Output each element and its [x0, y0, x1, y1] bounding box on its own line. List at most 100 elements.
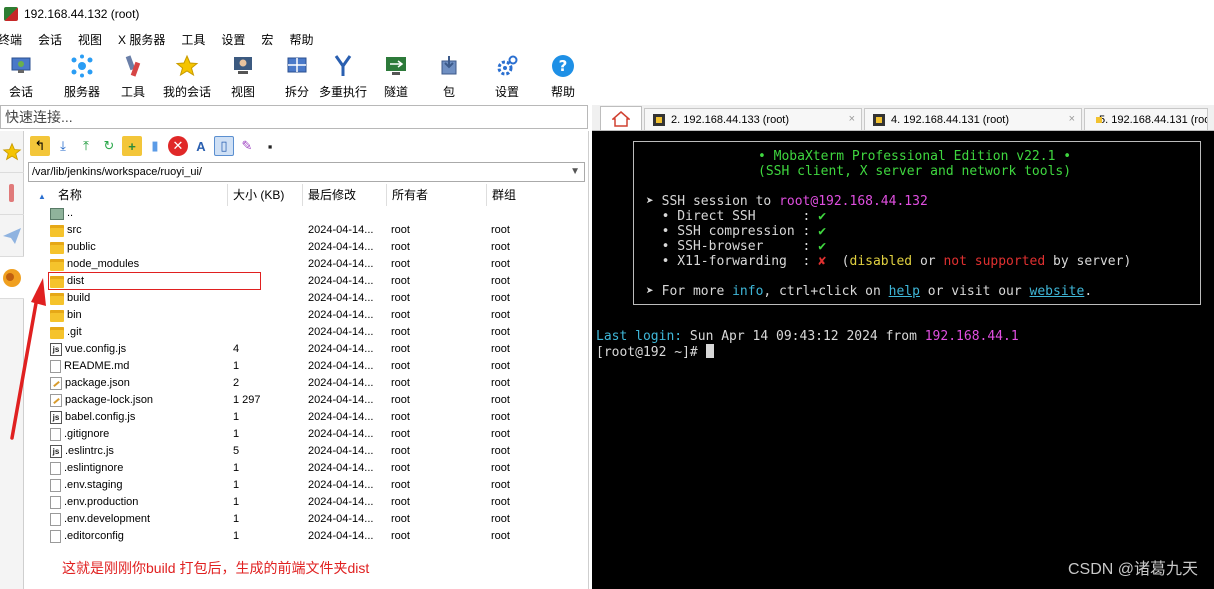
multiexec-button[interactable]: 多重执行 [318, 50, 368, 100]
menu-tools[interactable]: 工具 [173, 31, 213, 48]
file-modified: 2024-04-14... [308, 326, 374, 338]
tunnel-button[interactable]: 隧道 [382, 50, 410, 100]
path-field[interactable]: /var/lib/jenkins/workspace/ruoyi_ui/ ▼ [28, 162, 585, 182]
last-login-line: Last login: Sun Apr 14 09:43:12 2024 fro… [596, 329, 1019, 344]
file-row[interactable]: src 2024-04-14... root root [24, 222, 589, 239]
quick-connect-input[interactable]: 快速连接... [0, 105, 588, 129]
new-file-icon[interactable]: ▮ [145, 136, 165, 156]
terminal[interactable]: • MobaXterm Professional Edition v22.1 •… [592, 131, 1214, 589]
file-owner: root [391, 326, 410, 338]
file-row[interactable]: build 2024-04-14... root root [24, 290, 589, 307]
menu-help[interactable]: 帮助 [281, 31, 321, 48]
banner-title: • MobaXterm Professional Edition v22.1 • [758, 149, 1072, 164]
file-group: root [491, 292, 510, 304]
magic-wand-icon[interactable]: ✎ [237, 136, 257, 156]
view-button[interactable]: 视图 [230, 50, 256, 100]
close-icon[interactable]: × [849, 113, 855, 125]
download-icon[interactable]: ⤓ [53, 136, 73, 156]
delete-icon[interactable]: ✕ [168, 136, 188, 156]
file-row[interactable]: package.json 2 2024-04-14... root root [24, 375, 589, 392]
shell-prompt: [root@192 ~]# [596, 344, 714, 360]
file-row[interactable]: README.md 1 2024-04-14... root root [24, 358, 589, 375]
tab-session-2[interactable]: 2. 192.168.44.133 (root) × [644, 108, 862, 130]
menu-macros[interactable]: 宏 [253, 31, 281, 48]
sidebar-sessions-button[interactable] [0, 131, 24, 173]
file-icon [50, 530, 61, 543]
sidebar-sftp-button[interactable] [0, 257, 24, 299]
tab-session-5[interactable]: 5. 192.168.44.131 (root) [1084, 108, 1208, 130]
file-size: 1 [233, 496, 240, 508]
help-link[interactable]: help [889, 284, 920, 299]
file-row[interactable]: .env.staging 1 2024-04-14... root root [24, 477, 589, 494]
servers-label: 服务器 [63, 85, 100, 99]
terminal-icon[interactable]: ▪ [260, 136, 280, 156]
file-row[interactable]: .env.production 1 2024-04-14... root root [24, 494, 589, 511]
tab-session-4[interactable]: 4. 192.168.44.131 (root) × [864, 108, 1082, 130]
file-row[interactable]: .env.development 1 2024-04-14... root root [24, 511, 589, 528]
file-name-cell: node_modules [24, 256, 228, 273]
folder-icon [50, 326, 64, 339]
menu-view[interactable]: 视图 [70, 31, 110, 48]
tab-home[interactable] [600, 106, 642, 130]
file-name-cell: src [24, 222, 228, 239]
file-row[interactable]: bin 2024-04-14... root root [24, 307, 589, 324]
session-label: 会话 [8, 85, 33, 99]
servers-button[interactable]: 服务器 [62, 50, 102, 100]
file-row[interactable]: .git 2024-04-14... root root [24, 324, 589, 341]
my-sessions-button[interactable]: 我的会话 [162, 50, 212, 100]
info-line: ➤ For more info, ctrl+click on help or v… [646, 284, 1093, 299]
parent-folder-icon[interactable]: ↰ [30, 136, 50, 156]
column-size-header[interactable]: 大小 (KB) [228, 184, 303, 206]
menu-xserver[interactable]: X 服务器 [110, 31, 173, 48]
file-size [228, 307, 303, 324]
website-link[interactable]: website [1030, 284, 1085, 299]
file-row[interactable]: .. [24, 205, 589, 222]
my-sessions-label: 我的会话 [162, 85, 211, 99]
file-row[interactable]: .gitignore 1 2024-04-14... root root [24, 426, 589, 443]
sort-ascending-icon: ▲ [38, 192, 46, 201]
packages-button[interactable]: 包 [440, 50, 458, 100]
file-row[interactable]: public 2024-04-14... root root [24, 239, 589, 256]
column-owner-header[interactable]: 所有者 [387, 184, 487, 206]
file-row[interactable]: package-lock.json 1 297 2024-04-14... root r… [24, 392, 589, 409]
session-button[interactable]: 会话 [6, 50, 36, 100]
tools-button[interactable]: 工具 [118, 50, 148, 100]
refresh-icon[interactable]: ↻ [99, 136, 119, 156]
file-modified: 2024-04-14... [308, 445, 374, 457]
settings-button[interactable]: 设置 [494, 50, 520, 100]
menu-terminal[interactable]: 终端 [0, 31, 30, 48]
split-icon [284, 53, 310, 79]
file-row[interactable]: node_modules 2024-04-14... root root [24, 256, 589, 273]
file-owner: root [391, 258, 410, 270]
file-row[interactable]: js vue.config.js 4 2024-04-14... root root [24, 341, 589, 358]
file-icon [50, 462, 61, 475]
rename-icon[interactable]: A [191, 136, 211, 156]
file-row[interactable]: js babel.config.js 1 2024-04-14... root root [24, 409, 589, 426]
column-name-header[interactable]: ▲ 名称 [24, 184, 228, 206]
help-button[interactable]: ? 帮助 [550, 50, 576, 100]
menu-settings[interactable]: 设置 [213, 31, 253, 48]
file-owner: root [391, 479, 410, 491]
file-owner: root [391, 394, 410, 406]
sidebar-tools-button[interactable] [0, 173, 24, 215]
column-modified-header[interactable]: 最后修改 [303, 184, 387, 206]
title-bar: 192.168.44.132 (root) [0, 0, 1214, 28]
sidebar-macros-button[interactable] [0, 215, 24, 257]
properties-icon[interactable]: ▯ [214, 136, 234, 156]
svg-text:?: ? [559, 57, 568, 75]
dist-highlight-box [48, 272, 261, 290]
file-owner: root [391, 411, 410, 423]
file-size: 1 [233, 530, 240, 542]
new-folder-icon[interactable]: + [122, 136, 142, 156]
file-modified: 2024-04-14... [308, 462, 374, 474]
split-button[interactable]: 拆分 [284, 50, 310, 100]
upload-icon[interactable]: ⤒ [76, 136, 96, 156]
close-icon[interactable]: × [1069, 113, 1075, 125]
file-row[interactable]: .editorconfig 1 2024-04-14... root root [24, 528, 589, 545]
menu-session[interactable]: 会话 [30, 31, 70, 48]
file-row[interactable]: js .eslintrc.js 5 2024-04-14... root root [24, 443, 589, 460]
multiexec-icon [330, 53, 356, 79]
file-row[interactable]: .eslintignore 1 2024-04-14... root root [24, 460, 589, 477]
column-group-header[interactable]: 群组 [487, 184, 587, 206]
chevron-down-icon[interactable]: ▼ [570, 163, 580, 181]
